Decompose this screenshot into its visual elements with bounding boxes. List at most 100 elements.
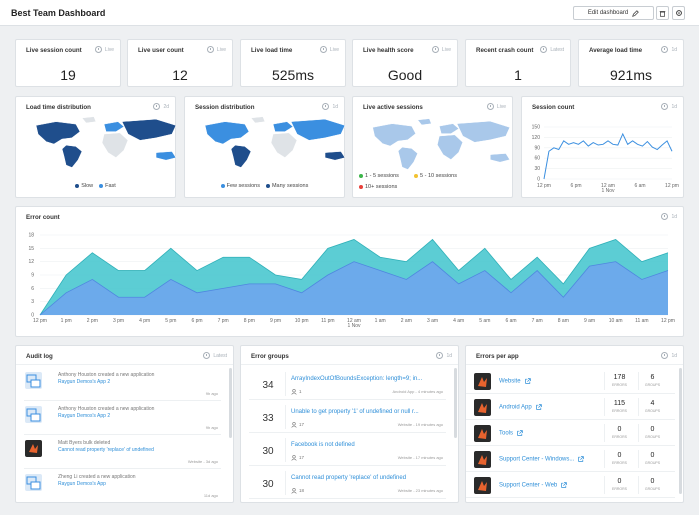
stat-card: Recent crash count Latest 1 bbox=[465, 39, 571, 87]
greenland-region bbox=[417, 118, 432, 126]
audit-description: Anthony Houston created a new applicatio… bbox=[58, 372, 155, 378]
y-tick-label: 12 bbox=[28, 259, 34, 265]
groups-label: GROUPS bbox=[644, 383, 661, 387]
groups-label: GROUPS bbox=[644, 461, 661, 465]
audit-link[interactable]: Raygun Demos's App 2 bbox=[58, 379, 110, 385]
stat-value: 12 bbox=[172, 67, 188, 83]
y-tick-label: 6 bbox=[31, 286, 34, 292]
app-name[interactable]: Android App bbox=[499, 404, 542, 411]
app-row[interactable]: Tools 0 ERRORS 0 GROUPS bbox=[466, 420, 675, 446]
error-group-title[interactable]: ArrayIndexOutOfBoundsException: length=9… bbox=[291, 376, 422, 382]
stat-card: Live session count Live 19 bbox=[15, 39, 121, 87]
stat-range[interactable]: 1d bbox=[661, 46, 677, 53]
delete-dashboard-button[interactable] bbox=[656, 6, 669, 20]
y-tick-label: 30 bbox=[534, 166, 540, 172]
app-row[interactable]: Android App 115 ERRORS 4 GROUPS bbox=[466, 394, 675, 420]
settings-button[interactable] bbox=[672, 6, 685, 20]
legend-item: Fast bbox=[99, 183, 116, 189]
app-name[interactable]: Support Center - Web bbox=[499, 482, 568, 489]
app-name[interactable]: Support Center - Windows... bbox=[499, 456, 585, 463]
error-groups-range[interactable]: 1d bbox=[436, 352, 452, 359]
audit-time: Website - 3d ago bbox=[187, 459, 218, 464]
stat-range[interactable]: Live bbox=[319, 46, 339, 53]
stat-card: Average load time 1d 921ms bbox=[578, 39, 684, 87]
audit-row[interactable]: Anthony Houston created a new applicatio… bbox=[24, 368, 221, 401]
audit-row[interactable]: Matt Byers bulk deleted Cannot read prope… bbox=[24, 436, 221, 469]
user-avatar bbox=[25, 440, 42, 457]
raygun-logo-icon bbox=[478, 377, 487, 387]
audit-time: 9h ago bbox=[205, 391, 218, 396]
raygun-logo-icon bbox=[478, 429, 487, 439]
audit-time: 9h ago bbox=[205, 425, 218, 430]
error-groups-scrollbar[interactable] bbox=[454, 368, 457, 438]
africa-region bbox=[101, 132, 129, 158]
external-link-icon[interactable] bbox=[578, 456, 585, 462]
stat-range[interactable]: Live bbox=[206, 46, 226, 53]
stat-value: 525ms bbox=[271, 67, 315, 83]
error-group-row[interactable]: 33 Unable to get property '1' of undefine… bbox=[249, 401, 446, 433]
audit-link[interactable]: Raygun Demos's App 2 bbox=[58, 413, 110, 419]
error-group-title[interactable]: Cannot read property 'replace' of undefi… bbox=[291, 475, 406, 481]
edit-dashboard-button[interactable]: Edit dashboard bbox=[573, 6, 654, 20]
app-name[interactable]: Website bbox=[499, 378, 531, 385]
x-tick-label: 9 pm bbox=[270, 318, 281, 324]
error-group-title[interactable]: Unable to get property '1' of undefined … bbox=[291, 409, 419, 415]
audit-description: Zheng Li created a new application bbox=[58, 474, 136, 480]
audit-link[interactable]: Raygun Demos's App bbox=[58, 481, 106, 487]
new-app-icon bbox=[25, 474, 42, 491]
external-link-icon[interactable] bbox=[561, 482, 568, 488]
affected-users: 17 bbox=[291, 455, 304, 461]
x-tick-label: 8 am bbox=[558, 318, 569, 324]
legend-item: 10+ sessions bbox=[359, 182, 397, 193]
raygun-logo-icon bbox=[474, 399, 491, 416]
user-icon bbox=[291, 488, 297, 494]
app-row[interactable]: Website 178 ERRORS 6 GROUPS bbox=[466, 368, 675, 394]
audit-log-range[interactable]: Latest bbox=[203, 352, 227, 359]
error-count-card: Error count 1d 18 15 12 9 6 3 0 12 pm 1 pm 2 pm 3 … bbox=[15, 206, 684, 337]
affected-users: 1 bbox=[291, 389, 302, 395]
clock-icon bbox=[203, 352, 211, 359]
x-tick-label: 12 pm bbox=[537, 183, 551, 189]
external-link-icon[interactable] bbox=[517, 430, 523, 436]
app-name[interactable]: Tools bbox=[499, 430, 523, 437]
x-tick-label: 5 pm bbox=[165, 318, 176, 324]
north-america-region bbox=[204, 121, 250, 145]
affected-users: 17 bbox=[291, 422, 304, 428]
stat-range[interactable]: Latest bbox=[540, 46, 564, 53]
app-row[interactable]: Support Center - Web 0 ERRORS 0 GROUPS bbox=[466, 472, 675, 498]
error-groups-title: Error groups bbox=[251, 353, 289, 360]
external-link-icon[interactable] bbox=[535, 404, 542, 410]
map-legend: Few sessions Many sessions bbox=[185, 183, 344, 189]
external-link-icon[interactable] bbox=[524, 378, 531, 384]
audit-scrollbar[interactable] bbox=[229, 368, 232, 438]
app-row[interactable]: Support Center - Windows... 0 ERRORS 0 GROUP… bbox=[466, 446, 675, 472]
x-tick-label: 6 am bbox=[634, 183, 645, 189]
stat-range[interactable]: Live bbox=[94, 46, 114, 53]
audit-row[interactable]: Zheng Li created a new application Raygun… bbox=[24, 470, 221, 502]
audit-description: Anthony Houston created a new applicatio… bbox=[58, 406, 155, 412]
row-divider bbox=[285, 405, 286, 429]
error-count-value: 34 bbox=[262, 380, 274, 391]
error-group-row[interactable]: 34 ArrayIndexOutOfBoundsException: length… bbox=[249, 368, 446, 400]
raygun-logo-icon bbox=[29, 444, 38, 453]
errors-per-app-title: Errors per app bbox=[476, 353, 519, 360]
clock-icon bbox=[431, 46, 439, 53]
y-tick-label: 150 bbox=[532, 125, 541, 131]
y-tick-label: 0 bbox=[537, 177, 540, 183]
errors-per-app-range[interactable]: 1d bbox=[661, 352, 677, 359]
error-group-row[interactable]: 30 Facebook is not defined 17 Website - 17 … bbox=[249, 434, 446, 466]
apps-scrollbar[interactable] bbox=[679, 368, 682, 494]
error-group-row[interactable]: 30 Cannot read property 'replace' of unde… bbox=[249, 467, 446, 499]
audit-link[interactable]: Cannot read property 'replace' of undefi… bbox=[58, 447, 154, 453]
app-error-count: 0 bbox=[617, 478, 622, 485]
x-tick-label: 10 am bbox=[609, 318, 623, 324]
clock-icon bbox=[661, 352, 669, 359]
y-tick-label: 60 bbox=[534, 156, 540, 162]
stat-range[interactable]: Live bbox=[431, 46, 451, 53]
app-group-count: 0 bbox=[650, 452, 655, 459]
app-group-count: 6 bbox=[650, 374, 655, 381]
audit-row[interactable]: Anthony Houston created a new applicatio… bbox=[24, 402, 221, 435]
error-group-title[interactable]: Facebook is not defined bbox=[291, 442, 355, 448]
x-tick-label: 10 pm bbox=[295, 318, 309, 324]
x-tick-label: 6 pm bbox=[570, 183, 581, 189]
